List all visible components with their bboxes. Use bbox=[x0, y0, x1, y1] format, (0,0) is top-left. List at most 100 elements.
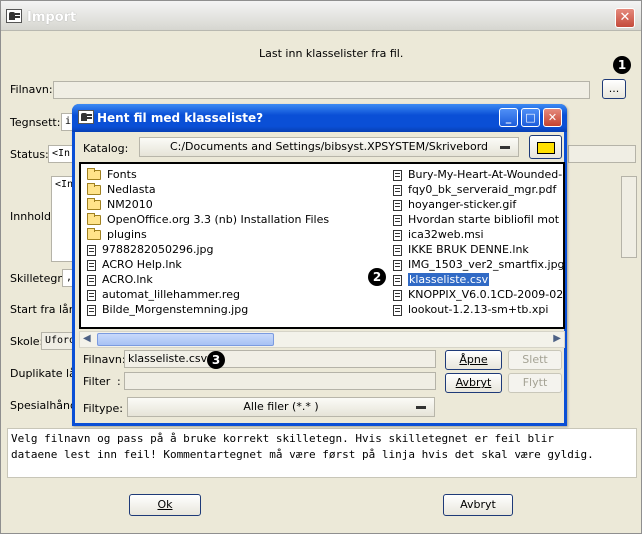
file-list-item[interactable]: automat_lillehammer.reg bbox=[87, 287, 387, 302]
minimize-button[interactable]: _ bbox=[499, 108, 518, 127]
parent-folder-button[interactable] bbox=[529, 135, 562, 159]
file-name: Nedlasta bbox=[107, 183, 156, 196]
file-icon bbox=[393, 244, 402, 256]
dialog-title: Hent fil med klasseliste? bbox=[97, 111, 264, 125]
file-dialog: Hent fil med klasseliste? _ □ ✕ Katalog:… bbox=[72, 104, 567, 426]
file-list-item[interactable]: fqy0_bk_serveraid_mgr.pdf bbox=[393, 182, 563, 197]
window-title: Import bbox=[27, 10, 77, 25]
status-field-right bbox=[568, 145, 636, 163]
dialog-cancel-button[interactable]: Avbryt bbox=[445, 373, 502, 393]
scroll-thumb[interactable] bbox=[97, 333, 274, 346]
scroll-right-icon: ▶ bbox=[553, 333, 561, 344]
app-icon bbox=[6, 9, 22, 23]
file-icon bbox=[393, 199, 402, 211]
file-list-item[interactable]: 9788282050296.jpg bbox=[87, 242, 387, 257]
filetype-value: Alle filer (*.* ) bbox=[243, 400, 319, 413]
file-icon bbox=[393, 214, 402, 226]
file-list-item[interactable]: NM2010 bbox=[87, 197, 387, 212]
file-icon bbox=[393, 184, 402, 196]
file-icon bbox=[87, 304, 96, 316]
dialog-filename-field[interactable]: klasseliste.csv bbox=[124, 350, 436, 368]
file-name: Hvordan starte bibliofil mot ekst bbox=[408, 213, 563, 226]
file-list-item[interactable]: hoyanger-sticker.gif bbox=[393, 197, 563, 212]
file-name: hoyanger-sticker.gif bbox=[408, 198, 517, 211]
dialog-title-bar: Hent fil med klasseliste? _ □ ✕ bbox=[72, 104, 567, 132]
dialog-app-icon bbox=[78, 110, 94, 124]
file-list-item[interactable]: ACRO Help.lnk bbox=[87, 257, 387, 272]
file-list-item[interactable]: lookout-1.2.13-sm+tb.xpi bbox=[393, 302, 563, 317]
file-icon bbox=[393, 289, 402, 301]
file-name: ACRO Help.lnk bbox=[102, 258, 182, 271]
file-list-item[interactable]: ica32web.msi bbox=[393, 227, 563, 242]
file-list-item[interactable]: Bury-My-Heart-At-Wounded-Kr bbox=[393, 167, 563, 182]
maximize-button[interactable]: □ bbox=[521, 108, 540, 127]
filetype-chevron-icon bbox=[416, 406, 426, 409]
file-list-item[interactable]: plugins bbox=[87, 227, 387, 242]
dialog-close-button[interactable]: ✕ bbox=[543, 108, 562, 127]
horizontal-scrollbar[interactable]: ◀ ▶ bbox=[79, 331, 565, 348]
file-list-item[interactable]: Nedlasta bbox=[87, 182, 387, 197]
file-icon bbox=[87, 274, 96, 286]
filetype-select[interactable]: Alle filer (*.* ) bbox=[127, 397, 435, 417]
chevron-down-icon bbox=[500, 146, 510, 149]
file-icon bbox=[87, 289, 96, 301]
catalog-value: C:/Documents and Settings/bibsyst.XPSYST… bbox=[169, 140, 489, 153]
file-list-item[interactable]: klasseliste.csv bbox=[393, 272, 563, 287]
file-name: IKKE BRUK DENNE.lnk bbox=[408, 243, 529, 256]
file-name: Bury-My-Heart-At-Wounded-Kr bbox=[408, 168, 563, 181]
info-text: Velg filnavn og pass på å bruke korrekt … bbox=[7, 428, 637, 478]
marker-3: 3 bbox=[207, 351, 225, 369]
file-name: lookout-1.2.13-sm+tb.xpi bbox=[408, 303, 549, 316]
file-icon bbox=[393, 259, 402, 271]
file-list-item[interactable]: Fonts bbox=[87, 167, 387, 182]
browse-button[interactable]: ... bbox=[602, 79, 626, 99]
file-list-item[interactable]: Bilde_Morgenstemning.jpg bbox=[87, 302, 387, 317]
file-icon bbox=[393, 274, 402, 286]
file-icon bbox=[393, 304, 402, 316]
file-name: Fonts bbox=[107, 168, 137, 181]
marker-1: 1 bbox=[613, 56, 631, 74]
filetype-label: Filtype: bbox=[83, 402, 123, 415]
file-icon bbox=[393, 229, 402, 241]
file-name: ACRO.lnk bbox=[102, 273, 153, 286]
catalog-select[interactable]: C:/Documents and Settings/bibsyst.XPSYST… bbox=[139, 137, 519, 157]
file-name: 9788282050296.jpg bbox=[102, 243, 214, 256]
file-icon bbox=[87, 244, 96, 256]
skole-label: Skole: bbox=[10, 335, 44, 348]
file-list-item[interactable]: IKKE BRUK DENNE.lnk bbox=[393, 242, 563, 257]
file-name: Bilde_Morgenstemning.jpg bbox=[102, 303, 249, 316]
file-name: fqy0_bk_serveraid_mgr.pdf bbox=[408, 183, 557, 196]
file-list-item[interactable]: IMG_1503_ver2_smartfix.jpg bbox=[393, 257, 563, 272]
file-list-item[interactable]: KNOPPIX_V6.0.1CD-2009-02-0 bbox=[393, 287, 563, 302]
filnavn-field[interactable] bbox=[53, 81, 590, 99]
file-icon bbox=[393, 169, 402, 181]
scroll-left-icon: ◀ bbox=[83, 333, 91, 344]
cancel-button[interactable]: Avbryt bbox=[443, 494, 513, 516]
file-name: KNOPPIX_V6.0.1CD-2009-02-0 bbox=[408, 288, 563, 301]
tegnsett-label: Tegnsett: bbox=[10, 116, 61, 129]
ok-button[interactable]: Ok bbox=[129, 494, 201, 516]
file-list-item[interactable]: ACRO.lnk bbox=[87, 272, 387, 287]
marker-2: 2 bbox=[368, 268, 386, 286]
folder-icon bbox=[87, 228, 101, 240]
file-list[interactable]: Fonts Nedlasta NM2010 OpenOffice.org 3.3 (n… bbox=[79, 162, 565, 329]
file-list-item[interactable]: Hvordan starte bibliofil mot ekst bbox=[393, 212, 563, 227]
folder-up-icon bbox=[537, 142, 555, 154]
move-button[interactable]: Flytt bbox=[508, 373, 562, 393]
filnavn-label: Filnavn: bbox=[10, 83, 53, 96]
file-name: NM2010 bbox=[107, 198, 153, 211]
close-button[interactable]: ✕ bbox=[615, 8, 635, 28]
skilletegn-label: Skilletegn: bbox=[10, 272, 69, 285]
filter-field[interactable] bbox=[124, 372, 436, 390]
folder-icon bbox=[87, 198, 101, 210]
file-name: ica32web.msi bbox=[408, 228, 484, 241]
file-list-item[interactable]: OpenOffice.org 3.3 (nb) Installation Fil… bbox=[87, 212, 387, 227]
filter-label: Filter bbox=[83, 375, 111, 388]
innhold-scrollbar[interactable] bbox=[621, 176, 637, 258]
delete-button[interactable]: Slett bbox=[508, 350, 562, 370]
folder-icon bbox=[87, 183, 101, 195]
innhold-label: Innhold: bbox=[10, 210, 55, 223]
file-name: IMG_1503_ver2_smartfix.jpg bbox=[408, 258, 563, 271]
title-bar: Import ✕ bbox=[1, 1, 641, 31]
open-button[interactable]: Åpne bbox=[445, 350, 502, 370]
